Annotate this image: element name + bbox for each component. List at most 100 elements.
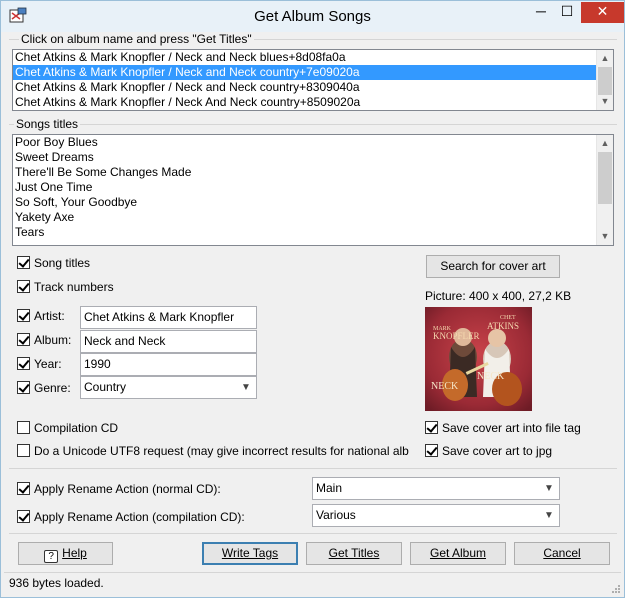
checkbox-box[interactable] xyxy=(17,482,30,496)
rename-compilation-checkbox[interactable]: Apply Rename Action (compilation CD): xyxy=(17,509,245,525)
album-checkbox[interactable]: Album: xyxy=(17,332,71,348)
cover-text: ATKINS xyxy=(487,321,519,331)
save-cover-to-jpg-checkbox[interactable]: Save cover art to jpg xyxy=(425,443,552,459)
cover-art-image: MARK KNOPFLER CHET ATKINS NECK NECK xyxy=(425,307,532,411)
checkbox-box[interactable] xyxy=(17,444,30,458)
checkbox-box[interactable] xyxy=(17,256,30,270)
artist-field[interactable]: Chet Atkins & Mark Knopfler xyxy=(80,306,257,329)
genre-value: Country xyxy=(84,380,127,394)
help-icon: ? xyxy=(44,550,59,563)
album-list-item[interactable]: Chet Atkins & Mark Knopfler / Neck and N… xyxy=(13,65,613,80)
write-tags-label: Write Tags xyxy=(221,546,279,560)
genre-checkbox[interactable]: Genre: xyxy=(17,380,71,396)
get-titles-label: Get Titles xyxy=(328,546,380,560)
track-numbers-checkbox[interactable]: Track numbers xyxy=(17,279,114,295)
unicode-checkbox[interactable]: Do a Unicode UTF8 request (may give inco… xyxy=(17,443,409,459)
song-list-item[interactable]: Tears xyxy=(13,225,613,240)
checkbox-box[interactable] xyxy=(17,510,30,524)
album-list-item[interactable]: Chet Atkins & Mark Knopfler / Neck And N… xyxy=(13,95,613,110)
separator xyxy=(9,533,617,534)
checkbox-box[interactable] xyxy=(17,280,30,294)
scroll-up-icon[interactable]: ▲ xyxy=(597,135,613,152)
rename-compilation-select[interactable]: Various ▼ xyxy=(312,504,560,527)
get-album-button[interactable]: Get Album xyxy=(410,542,506,565)
checkbox-box[interactable] xyxy=(425,421,438,435)
checkbox-box[interactable] xyxy=(17,357,30,371)
close-button[interactable]: ✕ xyxy=(581,2,624,23)
song-list-item[interactable]: There'll Be Some Changes Made xyxy=(13,165,613,180)
chevron-down-icon[interactable]: ▼ xyxy=(541,507,557,524)
album-list-item[interactable]: Chet Atkins & Mark Knopfler / Neck and N… xyxy=(13,80,613,95)
rename-normal-select[interactable]: Main ▼ xyxy=(312,477,560,500)
track-numbers-label: Track numbers xyxy=(34,279,114,294)
rename-compilation-label: Apply Rename Action (compilation CD): xyxy=(34,509,245,524)
title-bar: Get Album Songs ─ ☐ ✕ xyxy=(1,1,624,32)
separator xyxy=(9,468,617,469)
cover-text: NECK xyxy=(477,371,505,382)
scroll-down-icon[interactable]: ▼ xyxy=(597,93,613,110)
help-label: Help xyxy=(62,546,87,560)
scroll-down-icon[interactable]: ▼ xyxy=(597,228,613,245)
song-list-item[interactable]: Just One Time xyxy=(13,180,613,195)
get-album-songs-window: Get Album Songs ─ ☐ ✕ Click on album nam… xyxy=(0,0,625,598)
genre-label: Genre: xyxy=(34,380,71,395)
scroll-thumb[interactable] xyxy=(598,152,612,204)
song-titles-checkbox[interactable]: Song titles xyxy=(17,255,90,271)
get-album-label: Get Album xyxy=(429,546,487,560)
scroll-thumb[interactable] xyxy=(598,67,612,95)
cancel-label: Cancel xyxy=(543,546,581,560)
picture-info: Picture: 400 x 400, 27,2 KB xyxy=(425,289,572,303)
resize-grip-icon[interactable] xyxy=(611,584,621,594)
get-titles-button[interactable]: Get Titles xyxy=(306,542,402,565)
song-list-item[interactable]: Sweet Dreams xyxy=(13,150,613,165)
album-list-item[interactable]: Chet Atkins & Mark Knopfler / Neck and N… xyxy=(13,50,613,65)
compilation-checkbox[interactable]: Compilation CD xyxy=(17,420,118,436)
cover-text: NECK xyxy=(431,381,459,392)
song-list-item[interactable]: Poor Boy Blues xyxy=(13,135,613,150)
save-cover-into-tag-label: Save cover art into file tag xyxy=(442,420,581,435)
search-cover-art-button[interactable]: Search for cover art xyxy=(426,255,560,278)
checkbox-box[interactable] xyxy=(425,444,438,458)
album-field[interactable]: Neck and Neck xyxy=(80,330,257,353)
songs-list-scrollbar[interactable]: ▲ ▼ xyxy=(596,135,613,245)
write-tags-button[interactable]: Write Tags xyxy=(202,542,298,565)
status-bar-line xyxy=(4,572,621,573)
rename-normal-value: Main xyxy=(316,481,343,495)
rename-normal-label: Apply Rename Action (normal CD): xyxy=(34,481,221,496)
unicode-label: Do a Unicode UTF8 request (may give inco… xyxy=(34,443,409,458)
album-label: Album: xyxy=(34,332,72,347)
song-list-item[interactable]: Yakety Axe xyxy=(13,210,613,225)
checkbox-box[interactable] xyxy=(17,421,30,435)
minimize-button[interactable]: ─ xyxy=(528,2,554,22)
genre-select[interactable]: Country ▼ xyxy=(80,376,257,399)
checkbox-box[interactable] xyxy=(17,309,30,323)
compilation-label: Compilation CD xyxy=(34,420,119,435)
artist-label: Artist: xyxy=(34,308,65,323)
scroll-up-icon[interactable]: ▲ xyxy=(597,50,613,67)
save-cover-to-jpg-label: Save cover art to jpg xyxy=(442,443,553,458)
rename-normal-checkbox[interactable]: Apply Rename Action (normal CD): xyxy=(17,481,221,497)
checkbox-box[interactable] xyxy=(17,333,30,347)
chevron-down-icon[interactable]: ▼ xyxy=(238,379,254,396)
songs-list[interactable]: Poor Boy Blues Sweet Dreams There'll Be So… xyxy=(12,134,614,246)
status-text: 936 bytes loaded. xyxy=(9,576,104,590)
maximize-button[interactable]: ☐ xyxy=(554,2,580,22)
albums-group-label: Click on album name and press "Get Title… xyxy=(19,32,254,46)
year-checkbox[interactable]: Year: xyxy=(17,356,62,372)
cover-art: MARK KNOPFLER CHET ATKINS NECK NECK xyxy=(425,307,532,411)
song-titles-label: Song titles xyxy=(34,255,91,270)
year-field[interactable]: 1990 xyxy=(80,353,257,376)
year-label: Year: xyxy=(34,356,62,371)
artist-checkbox[interactable]: Artist: xyxy=(17,308,65,324)
save-cover-into-tag-checkbox[interactable]: Save cover art into file tag xyxy=(425,420,581,436)
chevron-down-icon[interactable]: ▼ xyxy=(541,480,557,497)
album-list[interactable]: Chet Atkins & Mark Knopfler / Neck and N… xyxy=(12,49,614,111)
song-list-item[interactable]: So Soft, Your Goodbye xyxy=(13,195,613,210)
cancel-button[interactable]: Cancel xyxy=(514,542,610,565)
checkbox-box[interactable] xyxy=(17,381,30,395)
help-button[interactable]: ? Help xyxy=(18,542,113,565)
songs-group-line xyxy=(9,124,617,125)
cover-text: KNOPFLER xyxy=(433,331,480,341)
album-list-scrollbar[interactable]: ▲ ▼ xyxy=(596,50,613,110)
rename-compilation-value: Various xyxy=(316,508,356,522)
